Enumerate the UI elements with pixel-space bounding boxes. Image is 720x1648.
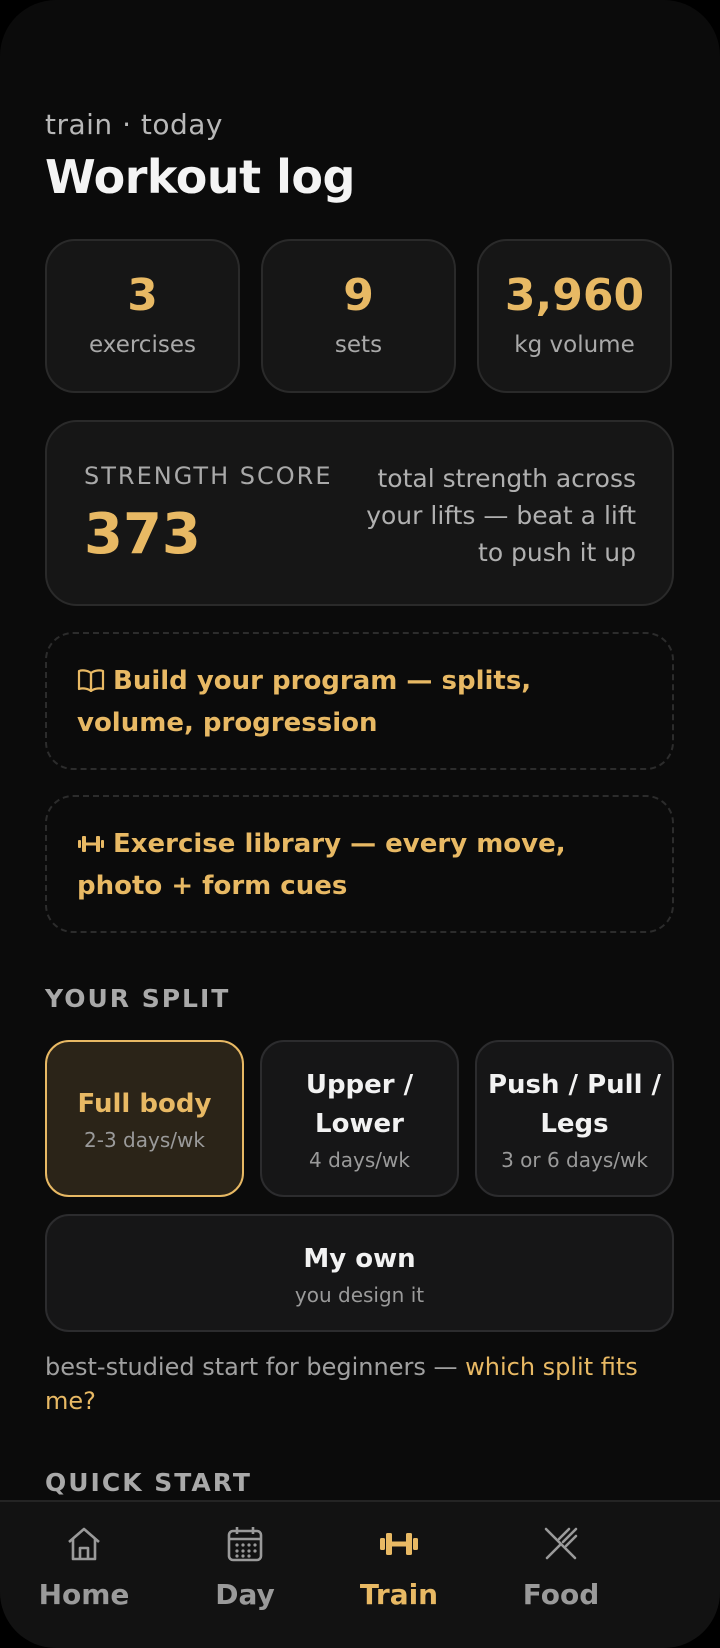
nav-label: Day xyxy=(215,1578,275,1611)
strength-score-description: total strength across your lifts — beat … xyxy=(366,464,636,567)
app-screen: train · today Workout log 3 exercises 9 … xyxy=(0,0,720,1648)
page-title: Workout log xyxy=(45,150,355,204)
nav-label: Food xyxy=(522,1578,600,1611)
home-icon xyxy=(64,1524,104,1564)
calendar-icon xyxy=(225,1524,265,1564)
split-full-body[interactable]: Full body 2-3 days/wk xyxy=(45,1040,244,1197)
stat-label: sets xyxy=(334,332,383,358)
book-icon xyxy=(77,665,105,704)
page-eyebrow: train · today xyxy=(45,108,223,141)
split-name: Full body xyxy=(77,1089,212,1119)
stat-value: 9 xyxy=(343,270,374,321)
split-my-own[interactable]: My own you design it xyxy=(45,1214,674,1332)
split-frequency: 3 or 6 days/wk xyxy=(501,1147,648,1172)
nav-label: Home xyxy=(38,1578,130,1611)
quick-start-label: QUICK START xyxy=(45,1468,252,1497)
split-options: Full body 2-3 days/wk Upper / Lower 4 da… xyxy=(45,1040,674,1197)
split-frequency: 2-3 days/wk xyxy=(84,1128,205,1152)
split-upper-lower[interactable]: Upper / Lower 4 days/wk xyxy=(260,1040,459,1197)
split-name: Push / Pull / Legs xyxy=(487,1069,662,1139)
stat-label: kg volume xyxy=(514,332,635,358)
split-name: My own xyxy=(303,1243,416,1274)
exercise-library-text: Exercise library — every move, photo + f… xyxy=(77,829,566,901)
strength-score-card[interactable]: STRENGTH SCORE 373 total strength across… xyxy=(45,420,674,606)
build-program-text: Build your program — splits, volume, pro… xyxy=(77,666,532,738)
stat-label: exercises xyxy=(89,332,196,358)
strength-score-label: STRENGTH SCORE xyxy=(84,462,333,490)
stat-exercises: 3 exercises xyxy=(45,239,240,393)
split-frequency: 4 days/wk xyxy=(309,1147,410,1172)
split-name: Upper / Lower xyxy=(305,1069,414,1139)
nav-label: Train xyxy=(359,1578,439,1611)
stat-value: 3,960 xyxy=(504,270,645,321)
build-program-link[interactable]: Build your program — splits, volume, pro… xyxy=(45,632,674,770)
stat-sets: 9 sets xyxy=(261,239,456,393)
split-frequency: you design it xyxy=(294,1282,425,1307)
stat-volume: 3,960 kg volume xyxy=(477,239,672,393)
split-hint-text: best-studied start for beginners — xyxy=(45,1353,466,1381)
bottom-nav: Home Day Train Food xyxy=(0,1500,720,1648)
dumbbell-icon xyxy=(379,1524,419,1564)
split-hint: best-studied start for beginners — which… xyxy=(45,1350,674,1418)
stat-value: 3 xyxy=(127,270,158,321)
split-push-pull-legs[interactable]: Push / Pull / Legs 3 or 6 days/wk xyxy=(475,1040,674,1197)
split-section-label: YOUR SPLIT xyxy=(45,984,231,1013)
stats-row: 3 exercises 9 sets 3,960 kg volume xyxy=(45,239,674,393)
utensils-icon xyxy=(541,1524,581,1564)
dumbbell-icon xyxy=(77,828,105,867)
strength-score-value: 373 xyxy=(84,502,201,567)
exercise-library-link[interactable]: Exercise library — every move, photo + f… xyxy=(45,795,674,933)
